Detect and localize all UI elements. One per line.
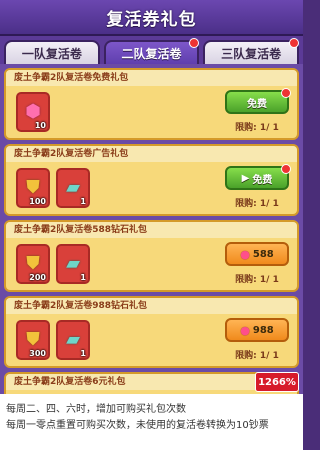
reward-item[interactable]: ⬢ 10 bbox=[16, 92, 50, 132]
team-tabs: 一队复活卷 二队复活卷 三队复活卷 bbox=[0, 36, 303, 64]
tab-team-2[interactable]: 二队复活卷 bbox=[103, 38, 200, 64]
button-label: 免费 bbox=[247, 98, 267, 110]
pack-items: ⛊ 300 ▰ 1 bbox=[16, 320, 90, 360]
video-ad-icon: ▶ bbox=[241, 172, 250, 184]
gold-shield-icon: ⛊ bbox=[26, 253, 40, 274]
buy-button-988[interactable]: ● 988 bbox=[225, 318, 289, 342]
info-line-1: 每周二、四、六时，增加可购买礼包次数 bbox=[6, 404, 186, 415]
tab-label: 一队复活卷 bbox=[21, 46, 82, 61]
watch-ad-button[interactable]: ▶ 免费 bbox=[225, 164, 291, 190]
bonus-percent-badge: 1266% bbox=[255, 372, 299, 392]
pack-title: 废土争霸2队复活卷588钻石礼包 bbox=[6, 222, 297, 238]
title-bar: 复活券礼包 bbox=[0, 0, 303, 36]
gem-icon: ⬢ bbox=[25, 101, 41, 122]
notification-dot bbox=[289, 38, 300, 48]
item-count: 300 bbox=[29, 349, 46, 358]
reward-item[interactable]: ▰ 1 bbox=[56, 320, 90, 360]
pack-title: 废土争霸2队复活卷988钻石礼包 bbox=[6, 298, 297, 314]
pack-actions: ▶ 免费 限购: 1/ 1 bbox=[225, 164, 291, 209]
item-count: 100 bbox=[29, 197, 46, 206]
gold-shield-icon: ⛊ bbox=[26, 177, 40, 198]
pack-title: 废土争霸2队复活卷广告礼包 bbox=[6, 146, 297, 162]
pack-title: 废土争霸2队复活卷6元礼包 bbox=[6, 374, 297, 390]
gem-icon: ● bbox=[240, 323, 250, 337]
purchase-limit: 限购: 1/ 1 bbox=[235, 199, 279, 209]
pack-actions: ● 588 限购: 1/ 1 bbox=[225, 242, 289, 285]
pack-card-588: 废土争霸2队复活卷588钻石礼包 ⛊ 200 ▰ 1 ● 588 限购: 1/ … bbox=[4, 220, 299, 292]
item-count: 200 bbox=[29, 273, 46, 282]
notification-dot bbox=[281, 164, 291, 174]
notification-dot bbox=[189, 38, 200, 48]
reward-item[interactable]: ⛊ 300 bbox=[16, 320, 50, 360]
revive-ticket-icon: ▰ bbox=[66, 253, 80, 274]
purchase-limit: 限购: 1/ 1 bbox=[235, 351, 279, 361]
info-footer: 每周二、四、六时，增加可购买礼包次数 每周一零点重置可购买次数，未使用的复活卷转… bbox=[0, 394, 303, 450]
notification-dot bbox=[281, 88, 291, 98]
pack-actions: ● 988 限购: 1/ 1 bbox=[225, 318, 289, 361]
revive-ticket-icon: ▰ bbox=[66, 177, 80, 198]
revive-ticket-icon: ▰ bbox=[66, 329, 80, 350]
pack-actions: 免费 限购: 1/ 1 bbox=[225, 88, 291, 133]
page-title: 复活券礼包 bbox=[106, 9, 197, 30]
pack-items: ⛊ 200 ▰ 1 bbox=[16, 244, 90, 284]
pack-list[interactable]: 废土争霸2队复活卷免费礼包 ⬢ 10 免费 限购: 1/ 1 废土争霸2队复活卷… bbox=[0, 64, 303, 394]
button-label: 988 bbox=[252, 324, 274, 336]
tab-team-1[interactable]: 一队复活卷 bbox=[4, 40, 100, 64]
info-line-2: 每周一零点重置可购买次数，未使用的复活卷转换为10钞票 bbox=[6, 420, 269, 431]
reward-item[interactable]: ▰ 1 bbox=[56, 168, 90, 208]
item-count: 1 bbox=[80, 273, 86, 282]
buy-button-588[interactable]: ● 588 bbox=[225, 242, 289, 266]
button-label: 588 bbox=[252, 248, 274, 260]
pack-card-free: 废土争霸2队复活卷免费礼包 ⬢ 10 免费 限购: 1/ 1 bbox=[4, 68, 299, 140]
claim-free-button[interactable]: 免费 bbox=[225, 88, 291, 114]
item-count: 1 bbox=[80, 197, 86, 206]
gem-icon: ● bbox=[240, 247, 250, 261]
tab-team-3[interactable]: 三队复活卷 bbox=[203, 38, 300, 64]
purchase-limit: 限购: 1/ 1 bbox=[235, 275, 279, 285]
button-label: 免费 bbox=[252, 174, 273, 186]
reward-item[interactable]: ▰ 1 bbox=[56, 244, 90, 284]
gold-shield-icon: ⛊ bbox=[26, 329, 40, 350]
pack-items: ⬢ 10 bbox=[16, 92, 50, 132]
pack-card-ad: 废土争霸2队复活卷广告礼包 ⛊ 100 ▰ 1 ▶ 免费 限购: 1/ 1 bbox=[4, 144, 299, 216]
pack-items: ⛊ 100 ▰ 1 bbox=[16, 168, 90, 208]
tab-label: 三队复活卷 bbox=[221, 46, 282, 61]
tab-label: 二队复活卷 bbox=[121, 46, 182, 61]
pack-title: 废土争霸2队复活卷免费礼包 bbox=[6, 70, 297, 86]
item-count: 1 bbox=[80, 349, 86, 358]
purchase-limit: 限购: 1/ 1 bbox=[235, 123, 279, 133]
reward-item[interactable]: ⛊ 100 bbox=[16, 168, 50, 208]
item-count: 10 bbox=[34, 121, 46, 130]
pack-card-988: 废土争霸2队复活卷988钻石礼包 ⛊ 300 ▰ 1 ● 988 限购: 1/ … bbox=[4, 296, 299, 368]
reward-item[interactable]: ⛊ 200 bbox=[16, 244, 50, 284]
